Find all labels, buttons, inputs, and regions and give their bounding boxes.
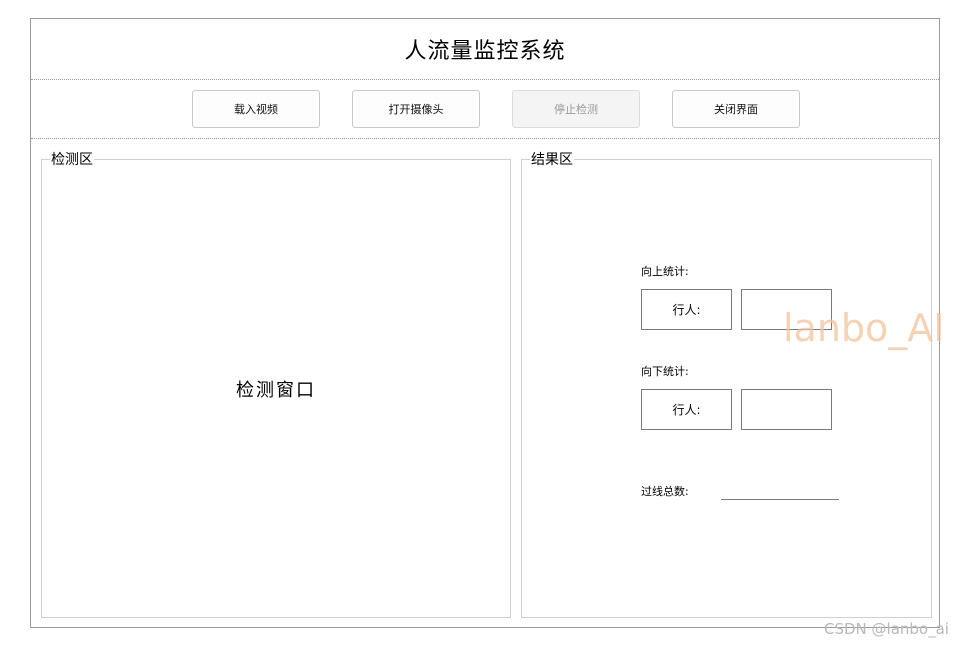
down-pedestrian-label-box: 行人:	[641, 389, 732, 430]
up-pedestrian-count	[741, 289, 832, 330]
up-count-label: 向上统计:	[641, 265, 689, 278]
up-pedestrian-label: 行人:	[672, 303, 701, 317]
title-bar: 人流量监控系统	[31, 19, 939, 80]
down-pedestrian-count	[741, 389, 832, 430]
down-pedestrian-label: 行人:	[672, 403, 701, 417]
total-count-field	[721, 499, 839, 500]
stop-detect-button[interactable]: 停止检测	[512, 90, 640, 128]
close-ui-button[interactable]: 关闭界面	[672, 90, 800, 128]
footer-watermark: CSDN @lanbo_ai	[824, 620, 949, 638]
open-camera-button[interactable]: 打开摄像头	[352, 90, 480, 128]
detection-window-label: 检测窗口	[236, 380, 316, 401]
total-count-label: 过线总数:	[641, 485, 689, 498]
results-group: 结果区 向上统计: 行人: 向下统计: 行人: 过线总数:	[521, 152, 932, 618]
up-pedestrian-label-box: 行人:	[641, 289, 732, 330]
main-window: 人流量监控系统 载入视频 打开摄像头 停止检测 关闭界面 检测区 检测窗口 结果…	[30, 18, 940, 628]
detection-group: 检测区 检测窗口	[41, 152, 511, 618]
load-video-button[interactable]: 载入视频	[192, 90, 320, 128]
window-title: 人流量监控系统	[404, 39, 566, 64]
results-group-title: 结果区	[530, 152, 574, 168]
detection-group-title: 检测区	[50, 152, 94, 168]
toolbar: 载入视频 打开摄像头 停止检测 关闭界面	[31, 80, 939, 139]
down-count-label: 向下统计:	[641, 365, 689, 378]
